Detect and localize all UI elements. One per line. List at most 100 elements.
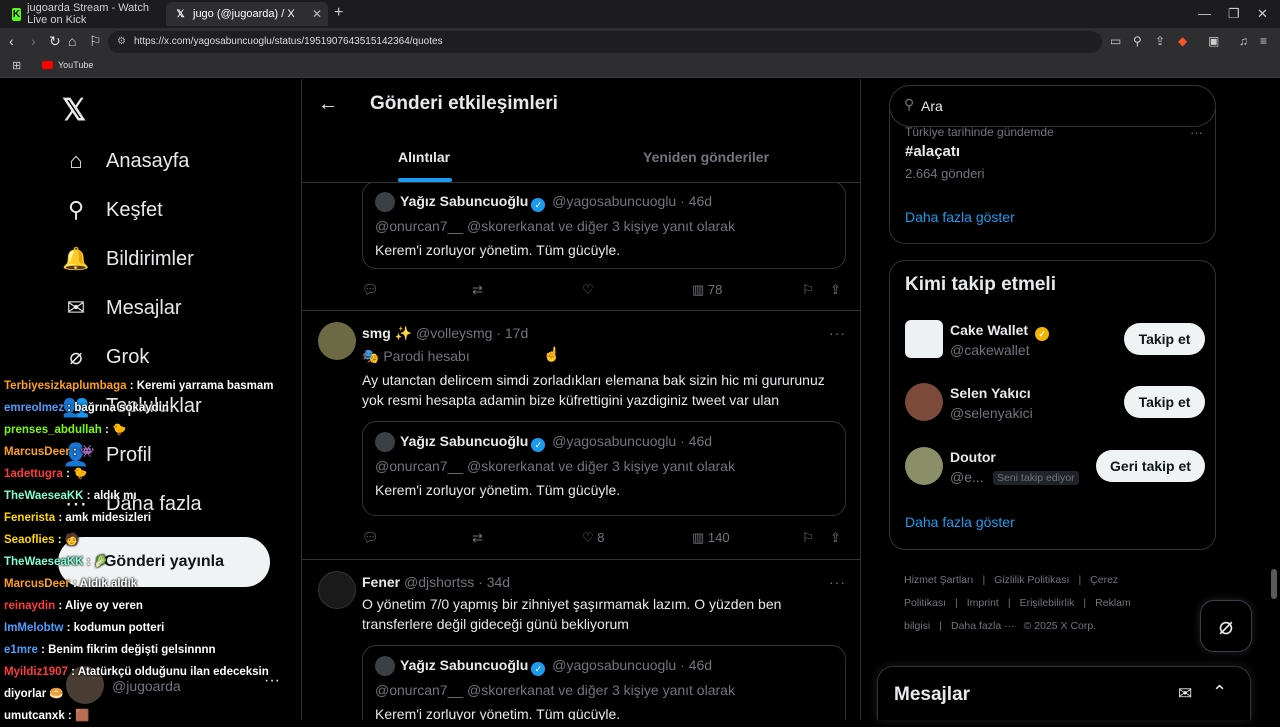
chat-username[interactable]: MarcusDeer: [4, 446, 70, 458]
chat-username[interactable]: MarcusDeer: [4, 578, 70, 590]
home-icon[interactable]: ⌂: [68, 33, 76, 49]
url-field[interactable]: ⚙ https://x.com/yagosabuncuoglu/status/1…: [108, 31, 1102, 53]
maximize-icon[interactable]: ❐: [1228, 6, 1240, 22]
brave-shield-icon[interactable]: ◆: [1178, 34, 1187, 48]
bookmark-icon[interactable]: ⚐: [89, 33, 102, 50]
sidebar-item-home[interactable]: ⌂ Anasayfa: [62, 147, 189, 175]
grok-icon[interactable]: ⌀: [1200, 600, 1252, 652]
author-name: smg ✨: [362, 325, 413, 341]
chat-username[interactable]: umutcanxk: [4, 710, 65, 722]
share-icon[interactable]: ⇪: [830, 282, 841, 298]
trend-count: 2.664 gönderi: [905, 166, 985, 181]
follow-back-button[interactable]: Geri takip et: [1096, 450, 1205, 482]
views-icon[interactable]: ▥ 78: [692, 282, 722, 298]
footer-link[interactable]: Erişilebilirlik: [1020, 597, 1075, 609]
author-handle: @yagosabuncuoglu · 46d: [552, 433, 713, 449]
window-close-icon[interactable]: ✕: [1257, 6, 1268, 22]
new-tab-button[interactable]: +: [334, 4, 343, 22]
site-info-icon[interactable]: ⚙: [117, 31, 126, 53]
footer-link[interactable]: © 2025 X Corp.: [1024, 620, 1097, 632]
chat-username[interactable]: diyorlar: [4, 688, 46, 700]
stream-chat-overlay: Terbiyesizkaplumbaga : Keremi yarrama ba…: [4, 375, 294, 727]
minimize-icon[interactable]: —: [1198, 6, 1211, 21]
quoted-tweet[interactable]: Yağız Sabuncuoğlu ✓ @yagosabuncuoglu · 46…: [362, 421, 846, 516]
browser-tab-kick[interactable]: K jugoarda Stream - Watch Live on Kick: [4, 2, 164, 26]
browser-tab-x[interactable]: 𝕏 jugo (@jugoarda) / X ✕: [166, 2, 328, 26]
back-arrow-icon[interactable]: ←: [318, 93, 338, 116]
back-icon[interactable]: ‹: [9, 33, 14, 49]
chat-username[interactable]: Seaoflies: [4, 534, 55, 546]
quoted-tweet[interactable]: Yağız Sabuncuoğlu ✓ @yagosabuncuoglu · 46…: [362, 181, 846, 269]
footer-link[interactable]: Daha fazla ···: [951, 620, 1015, 632]
sidebar-item-label: Grok: [106, 345, 150, 368]
views-icon[interactable]: ▥ 140: [692, 530, 730, 546]
bookmark-youtube[interactable]: YouTube: [42, 60, 93, 70]
scrollbar[interactable]: [1271, 569, 1277, 599]
music-icon[interactable]: ♫: [1239, 34, 1248, 48]
chat-username[interactable]: prenses_abdullah: [4, 424, 102, 436]
quoted-tweet[interactable]: Yağız Sabuncuoğlu ✓ @yagosabuncuoglu · 46…: [362, 645, 846, 720]
chat-text: : bağrına sokaydın: [67, 402, 169, 414]
chat-username[interactable]: emreolmez: [4, 402, 64, 414]
trend-tag[interactable]: #alaçatı: [905, 143, 960, 160]
tab-reposts[interactable]: Yeniden gönderiler: [643, 149, 769, 165]
menu-icon[interactable]: ≡: [1260, 34, 1267, 48]
more-icon[interactable]: ···: [1190, 125, 1203, 140]
like-icon[interactable]: ♡: [582, 282, 594, 298]
sidebar-item-notifications[interactable]: 🔔 Bildirimler: [62, 245, 194, 273]
reply-icon[interactable]: 💬︎: [362, 282, 379, 298]
bookmark-icon[interactable]: ⚐: [802, 530, 814, 546]
cast-icon[interactable]: ▭: [1110, 34, 1121, 48]
show-more-link[interactable]: Daha fazla göster: [905, 209, 1015, 225]
chat-username[interactable]: TheWaeseaKK: [4, 490, 83, 502]
chat-username[interactable]: Fenerista: [4, 512, 55, 524]
messages-drawer[interactable]: Mesajlar ✉ ⌃: [877, 666, 1251, 720]
repost-icon[interactable]: ⇄: [472, 282, 483, 298]
sidebar-item-grok[interactable]: ⌀ Grok: [62, 343, 149, 371]
footer-link[interactable]: Gizlilik Politikası: [994, 574, 1069, 586]
chat-message: TheWaeseaKK : aldık mı: [4, 485, 294, 507]
sidebar-item-explore[interactable]: ⚲ Keşfet: [62, 196, 163, 224]
forward-icon[interactable]: ›: [31, 33, 36, 49]
follow-button[interactable]: Takip et: [1124, 323, 1205, 355]
follow-button[interactable]: Takip et: [1124, 386, 1205, 418]
suggestion-row[interactable]: Cake Wallet ✓ @cakewallet Takip et: [905, 320, 1205, 364]
chat-username[interactable]: 1adettugra: [4, 468, 63, 480]
tweet-header: Fener @djshortss · 34d: [362, 574, 510, 590]
bookmark-icon[interactable]: ⚐: [802, 282, 814, 298]
chat-username[interactable]: Terbiyesizkaplumbaga: [4, 380, 127, 392]
chat-username[interactable]: e1mre: [4, 644, 38, 656]
share-icon[interactable]: ⇪: [830, 530, 841, 546]
footer-link[interactable]: Imprint: [967, 597, 999, 609]
chat-username[interactable]: reinaydin: [4, 600, 55, 612]
tweet[interactable]: smg ✨ @volleysmg · 17d ··· 🎭 Parodi hesa…: [302, 312, 860, 560]
chat-username[interactable]: TheWaeseaKK: [4, 556, 83, 568]
suggestion-row[interactable]: Doutor @e... Seni takip ediyor Geri taki…: [905, 447, 1205, 491]
footer-link[interactable]: Hizmet Şartları: [904, 574, 973, 586]
author-name: Yağız Sabuncuoğlu: [400, 657, 529, 673]
zoom-icon[interactable]: ⚲: [1133, 34, 1142, 48]
share-icon[interactable]: ⇪: [1155, 34, 1165, 48]
search-input[interactable]: ⚲ Ara: [889, 85, 1216, 127]
tab-quotes[interactable]: Alıntılar: [398, 149, 450, 165]
new-message-icon[interactable]: ✉: [1178, 684, 1192, 704]
suggestion-row[interactable]: Selen Yakıcı @selenyakici Takip et: [905, 383, 1205, 427]
expand-icon[interactable]: ⌃: [1212, 682, 1227, 703]
more-icon[interactable]: ···: [829, 325, 846, 341]
reply-icon[interactable]: 💬︎: [362, 530, 379, 546]
sidebar-toggle-icon[interactable]: ▣: [1208, 34, 1219, 48]
chat-username[interactable]: Myildiz1907: [4, 666, 68, 678]
sidebar-item-messages[interactable]: ✉ Mesajlar: [62, 294, 182, 322]
apps-grid-icon[interactable]: ⊞: [12, 59, 21, 72]
close-tab-icon[interactable]: ✕: [312, 7, 322, 21]
tweet[interactable]: Fener @djshortss · 34d ··· O yönetim 7/0…: [302, 561, 860, 720]
likes-count: 8: [597, 530, 605, 545]
like-icon[interactable]: ♡ 8: [582, 530, 605, 546]
show-more-link[interactable]: Daha fazla göster: [905, 514, 1015, 530]
reload-icon[interactable]: ↻: [49, 33, 61, 50]
chat-username[interactable]: ImMelobtw: [4, 622, 63, 634]
drawer-title: Mesajlar: [894, 684, 971, 705]
more-icon[interactable]: ···: [829, 574, 846, 590]
x-logo-icon[interactable]: 𝕏: [62, 93, 86, 128]
repost-icon[interactable]: ⇄: [472, 530, 483, 546]
